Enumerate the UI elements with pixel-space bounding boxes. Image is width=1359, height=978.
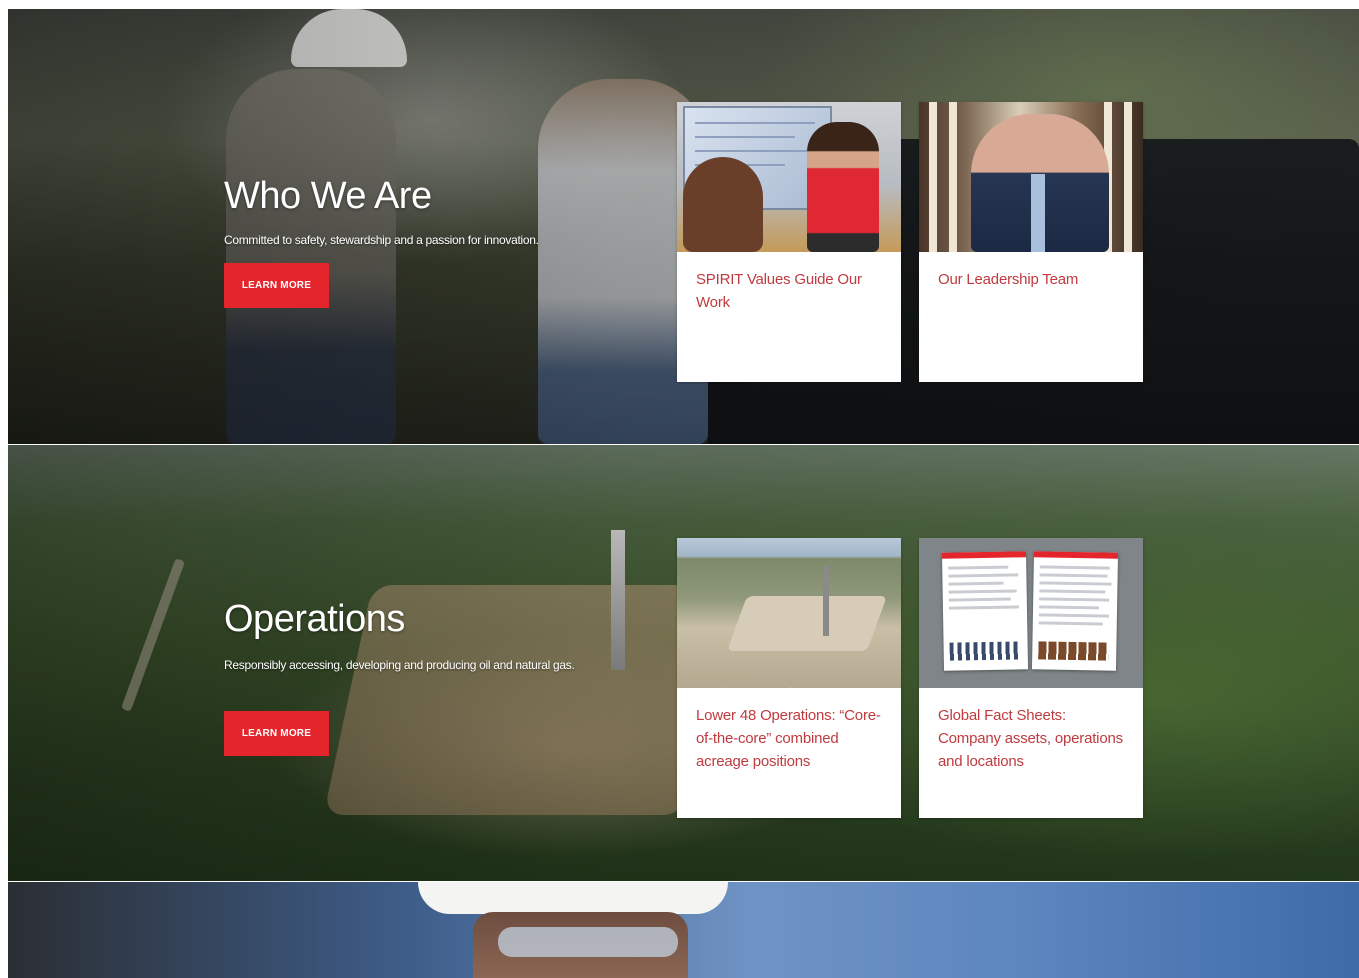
audience-head-image xyxy=(683,157,763,252)
fact-sheet-image xyxy=(1031,551,1119,671)
tie-shape xyxy=(1031,174,1045,252)
background-worker xyxy=(226,69,396,444)
card-image xyxy=(919,102,1143,252)
presenter-image xyxy=(807,122,879,252)
card-spirit-values[interactable]: SPIRIT Values Guide Our Work xyxy=(677,102,901,382)
section-title: Who We Are xyxy=(224,175,432,217)
card-leadership-team[interactable]: Our Leadership Team xyxy=(919,102,1143,382)
safety-glasses-image xyxy=(498,927,678,957)
card-link-text[interactable]: Global Fact Sheets: Company assets, oper… xyxy=(919,688,1143,773)
learn-more-button[interactable]: LEARN MORE xyxy=(224,711,329,756)
page: Who We Are Committed to safety, stewards… xyxy=(0,0,1359,978)
section-description: Committed to safety, stewardship and a p… xyxy=(224,233,539,247)
section-third-partial xyxy=(8,882,1359,978)
card-image xyxy=(919,538,1143,688)
section-operations: Operations Responsibly accessing, develo… xyxy=(8,445,1359,881)
worker-face-image xyxy=(473,912,688,978)
card-lower-48-operations[interactable]: Lower 48 Operations: “Core-of-the-core” … xyxy=(677,538,901,818)
card-global-fact-sheets[interactable]: Global Fact Sheets: Company assets, oper… xyxy=(919,538,1143,818)
fact-sheet-image xyxy=(941,551,1029,671)
hard-hat-image xyxy=(418,882,728,914)
drilling-rig-image xyxy=(611,530,625,670)
learn-more-button[interactable]: LEARN MORE xyxy=(224,263,329,308)
card-link-text[interactable]: Lower 48 Operations: “Core-of-the-core” … xyxy=(677,688,901,773)
section-title: Operations xyxy=(224,598,405,640)
card-link-text[interactable]: Our Leadership Team xyxy=(919,252,1143,291)
section-who-we-are: Who We Are Committed to safety, stewards… xyxy=(8,9,1359,444)
dirt-road-image xyxy=(120,558,186,712)
card-image xyxy=(677,538,901,688)
card-link-text[interactable]: SPIRIT Values Guide Our Work xyxy=(677,252,901,314)
rig-image xyxy=(823,566,829,636)
card-image xyxy=(677,102,901,252)
hard-hat-image xyxy=(291,9,407,67)
section-description: Responsibly accessing, developing and pr… xyxy=(224,658,575,672)
